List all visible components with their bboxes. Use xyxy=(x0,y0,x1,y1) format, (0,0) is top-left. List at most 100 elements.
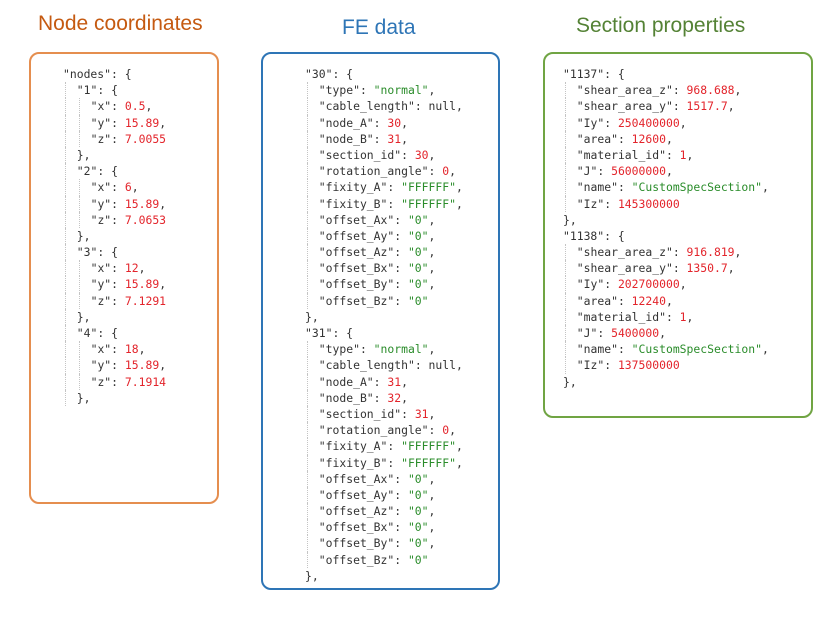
json-key: "offset_Bz" xyxy=(318,293,395,308)
json-punctuation: : xyxy=(111,212,125,227)
json-punctuation: : xyxy=(428,164,443,179)
json-number: 15.89 xyxy=(124,277,160,292)
json-punctuation: , xyxy=(401,390,408,405)
json-punctuation: , xyxy=(734,83,742,98)
json-punctuation: , xyxy=(449,423,456,438)
json-punctuation: , xyxy=(428,536,436,551)
indent-guide xyxy=(65,373,66,390)
json-number: 0.5 xyxy=(124,99,146,114)
json-punctuation: : xyxy=(672,83,687,98)
json-punctuation: , xyxy=(131,180,139,195)
json-key: "fixity_B" xyxy=(318,196,388,211)
indent-guide xyxy=(65,114,66,131)
indent-guide xyxy=(307,146,308,164)
code-line: "Iz": 137500000 xyxy=(563,357,769,374)
json-punctuation: : xyxy=(394,536,408,551)
code-line: "Iz": 145300000 xyxy=(563,195,769,212)
json-key: "offset_Ax" xyxy=(318,212,395,227)
indent-guide xyxy=(65,163,66,180)
code-line: }, xyxy=(305,568,463,584)
code-line: "nodes": { xyxy=(63,66,166,82)
json-key: "Iy" xyxy=(576,277,605,292)
json-number: 202700000 xyxy=(617,277,680,292)
code-line: "offset_Bz": "0" xyxy=(305,292,463,309)
json-punctuation: : { xyxy=(97,164,118,179)
json-punctuation: : xyxy=(604,277,618,292)
json-punctuation: , xyxy=(401,115,408,130)
code-line: }, xyxy=(563,212,769,228)
json-punctuation: : xyxy=(604,115,618,130)
code-line: "fixity_A": "FFFFFF", xyxy=(305,179,463,196)
indent-guide xyxy=(78,195,80,212)
json-number: 12 xyxy=(124,261,139,276)
indent-guide xyxy=(307,211,308,228)
indent-guide xyxy=(65,146,66,164)
code-line: "y": 15.89, xyxy=(63,114,166,131)
indent-guide xyxy=(307,98,308,115)
indent-guide xyxy=(565,276,566,293)
json-punctuation: }, xyxy=(563,374,577,389)
code-line: "node_A": 31, xyxy=(305,373,463,390)
indent-guide xyxy=(307,535,308,552)
json-punctuation: : xyxy=(414,358,429,373)
json-punctuation: : xyxy=(394,261,408,276)
json-number: 12240 xyxy=(631,293,666,308)
json-punctuation: }, xyxy=(305,568,319,583)
json-number: 145300000 xyxy=(617,196,680,211)
code-line: "fixity_A": "FFFFFF", xyxy=(305,438,463,455)
indent-guide xyxy=(307,519,308,536)
code-line: "offset_Az": "0", xyxy=(305,503,463,520)
json-number: 15.89 xyxy=(124,115,160,130)
json-key: "offset_Ay" xyxy=(318,228,395,243)
json-punctuation: : xyxy=(394,277,408,292)
json-punctuation: : { xyxy=(97,326,118,340)
section-properties-title: Section properties xyxy=(576,14,746,37)
json-string: "normal" xyxy=(373,342,429,357)
indent-guide xyxy=(565,163,566,180)
json-number: 1 xyxy=(679,147,687,162)
json-punctuation: : xyxy=(394,504,408,519)
section-properties-code: "1137": {"shear_area_z": 968.688, "shear_… xyxy=(563,66,769,390)
json-punctuation: , xyxy=(455,180,463,195)
json-punctuation: , xyxy=(761,180,769,195)
indent-guide xyxy=(565,308,566,325)
code-line: "material_id": 1, xyxy=(563,146,769,164)
indent-guide xyxy=(565,179,566,196)
json-punctuation: : { xyxy=(111,67,132,81)
code-line: "area": 12240, xyxy=(563,292,769,309)
json-punctuation: , xyxy=(138,342,146,357)
json-punctuation: : xyxy=(672,99,687,114)
code-line: "y": 15.89, xyxy=(63,195,166,212)
json-string: "0" xyxy=(407,228,429,243)
json-number: 7.1291 xyxy=(124,293,167,308)
code-line: "offset_By": "0", xyxy=(305,276,463,293)
code-line: "2": { xyxy=(63,163,166,180)
indent-guide xyxy=(65,179,66,196)
indent-guide xyxy=(565,114,566,131)
json-key: "offset_Bz" xyxy=(318,552,395,567)
json-punctuation: , xyxy=(428,471,436,486)
code-line: "31": { xyxy=(305,325,463,341)
json-punctuation: , xyxy=(401,374,408,389)
json-number: 32 xyxy=(387,390,402,405)
json-punctuation: : xyxy=(665,147,680,162)
code-line: "z": 7.0055 xyxy=(63,130,166,147)
indent-guide xyxy=(65,325,66,342)
code-line: "shear_area_y": 1350.7, xyxy=(563,260,769,277)
json-key: null xyxy=(428,358,456,373)
json-punctuation: , xyxy=(734,245,742,260)
json-key: "shear_area_y" xyxy=(576,99,673,114)
indent-guide xyxy=(78,114,80,131)
json-punctuation: : xyxy=(401,147,415,162)
json-key: "node_B" xyxy=(318,390,374,405)
json-key: "1" xyxy=(76,83,98,98)
json-key: "cable_length" xyxy=(318,358,415,373)
json-punctuation: , xyxy=(665,131,673,146)
json-punctuation: : xyxy=(111,342,125,357)
json-key: "offset_Ax" xyxy=(318,471,395,486)
json-key: "offset_By" xyxy=(318,536,395,551)
json-string: "0" xyxy=(407,552,429,567)
fe-data-code: "30": {"type": "normal", "cable_length": … xyxy=(305,66,463,584)
json-key: "rotation_angle" xyxy=(318,164,429,179)
json-punctuation: , xyxy=(455,358,463,373)
